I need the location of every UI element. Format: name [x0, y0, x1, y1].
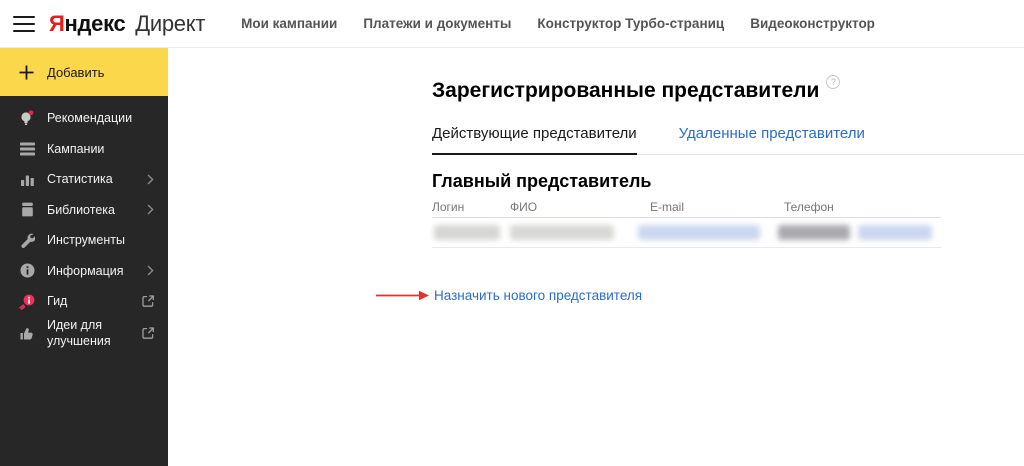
info-circle-icon — [18, 263, 36, 279]
add-button-label: Добавить — [47, 64, 105, 80]
sidebar-item-information[interactable]: Информация — [0, 256, 168, 287]
sidebar: Добавить Рекомендации Кампании Статистик… — [0, 48, 168, 466]
chevron-right-icon — [147, 265, 154, 276]
sidebar-item-library[interactable]: Библиотека — [0, 195, 168, 226]
sidebar-item-label: Статистика — [47, 172, 113, 187]
tab-removed-representatives[interactable]: Удаленные представители — [679, 125, 865, 155]
chevron-right-icon — [147, 204, 154, 215]
external-link-icon — [142, 326, 154, 339]
sidebar-item-tools[interactable]: Инструменты — [0, 225, 168, 256]
nav-turbo-pages-constructor[interactable]: Конструктор Турбо-страниц — [537, 16, 724, 31]
column-header-phone: Телефон — [784, 200, 834, 214]
representatives-table: Логин ФИО E-mail Телефон — [432, 200, 941, 248]
logo-product: Директ — [135, 10, 206, 36]
column-header-email: E-mail — [650, 200, 685, 214]
sidebar-item-campaigns[interactable]: Кампании — [0, 134, 168, 165]
nav-video-constructor[interactable]: Видеоконструктор — [750, 16, 875, 31]
thumbs-up-icon — [18, 325, 36, 341]
column-header-fio: ФИО — [510, 200, 538, 214]
nav-payments-documents[interactable]: Платежи и документы — [363, 16, 511, 31]
guide-comet-icon — [18, 293, 36, 310]
sidebar-item-recommendations[interactable]: Рекомендации — [0, 103, 168, 134]
sidebar-item-label: Инструменты — [47, 233, 125, 248]
chevron-right-icon — [147, 174, 154, 185]
main-content: Зарегистрированные представители? Действ… — [168, 48, 1024, 466]
external-link-icon — [142, 295, 154, 308]
red-pointer-arrow-icon — [376, 290, 429, 301]
bar-chart-icon — [18, 171, 36, 187]
sidebar-item-label: Идеи для улучшения — [47, 317, 111, 348]
tab-active-representatives[interactable]: Действующие представители — [432, 125, 637, 155]
table-row-redacted — [432, 218, 941, 248]
redacted-phone-link-value — [858, 225, 932, 240]
add-button[interactable]: Добавить — [0, 48, 168, 96]
yandex-direct-page: Яндекс Директ Мои кампании Платежи и док… — [0, 0, 1024, 466]
plus-icon — [19, 65, 34, 79]
page-title-text: Зарегистрированные представители — [432, 79, 820, 102]
assign-new-representative-link[interactable]: Назначить нового представителя — [434, 288, 642, 303]
representatives-tabs: Действующие представители Удаленные пред… — [432, 125, 1024, 155]
sidebar-item-label: Гид — [47, 294, 68, 309]
sidebar-item-guide[interactable]: Гид — [0, 286, 168, 317]
sidebar-item-label: Рекомендации — [47, 111, 133, 126]
top-header: Яндекс Директ Мои кампании Платежи и док… — [0, 0, 1024, 48]
sidebar-menu: Рекомендации Кампании Статистика Библиот… — [0, 96, 168, 349]
redacted-login-value — [434, 225, 500, 240]
redacted-email-value — [638, 225, 760, 240]
campaigns-list-icon — [18, 141, 36, 157]
logo-accent-letter: Я — [49, 10, 65, 36]
logo-brand: ндекс — [64, 10, 126, 36]
yandex-direct-logo[interactable]: Яндекс Директ — [49, 11, 205, 37]
hamburger-menu-icon[interactable] — [13, 15, 35, 32]
section-title-main-representative: Главный представитель — [432, 171, 652, 191]
sidebar-item-label: Кампании — [47, 141, 105, 156]
redacted-phone-value — [778, 225, 850, 240]
sidebar-item-improvement-ideas[interactable]: Идеи для улучшения — [0, 317, 168, 349]
column-header-login: Логин — [432, 200, 465, 214]
library-icon — [18, 202, 36, 218]
lightbulb-notification-icon — [18, 110, 36, 126]
redacted-fio-value — [510, 225, 614, 240]
sidebar-item-label: Информация — [47, 263, 124, 278]
nav-my-campaigns[interactable]: Мои кампании — [241, 16, 337, 31]
top-navigation: Мои кампании Платежи и документы Констру… — [241, 16, 875, 31]
sidebar-item-label: Библиотека — [47, 202, 115, 217]
table-header-row: Логин ФИО E-mail Телефон — [432, 200, 941, 218]
wrench-icon — [18, 232, 36, 249]
page-title: Зарегистрированные представители? — [432, 75, 841, 103]
assign-representative-row: Назначить нового представителя — [376, 288, 642, 303]
help-circle-icon[interactable]: ? — [826, 75, 841, 89]
sidebar-item-statistics[interactable]: Статистика — [0, 164, 168, 195]
